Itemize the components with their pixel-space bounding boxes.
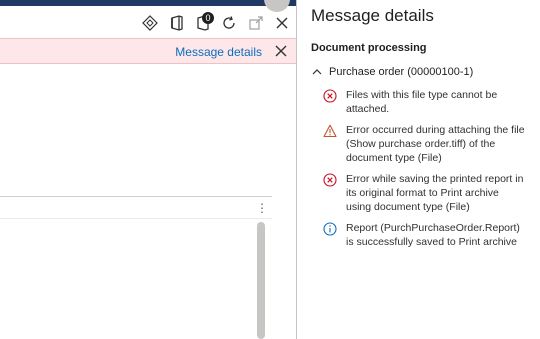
list-item: Report (PurchPurchaseOrder.Report) is su… xyxy=(323,221,537,249)
message-text: Files with this file type cannot be atta… xyxy=(346,89,498,115)
notifications-icon[interactable]: 0 xyxy=(194,12,214,32)
list-item: Files with this file type cannot be atta… xyxy=(323,88,537,116)
close-icon[interactable] xyxy=(273,14,291,32)
group-label: Purchase order (00000100-1) xyxy=(329,66,474,78)
warning-icon xyxy=(323,124,337,138)
error-icon xyxy=(323,89,337,103)
refresh-icon[interactable] xyxy=(220,14,238,32)
app-window: 0 Message details ⋮ Message details Docu… xyxy=(0,0,540,339)
message-text: Error while saving the printed report in… xyxy=(346,173,524,213)
pane-title: Message details xyxy=(311,6,434,25)
list-item: Error while saving the printed report in… xyxy=(323,172,537,214)
message-text: Error occurred during attaching the file… xyxy=(346,124,525,164)
more-options-icon[interactable]: ⋮ xyxy=(256,201,268,215)
message-bar: Message details xyxy=(0,38,296,64)
message-text: Report (PurchPurchaseOrder.Report) is su… xyxy=(346,222,520,248)
chevron-up-icon xyxy=(312,69,322,75)
message-details-link[interactable]: Message details xyxy=(175,45,262,59)
grid-scrollbar[interactable] xyxy=(257,222,265,339)
grid-header: ⋮ xyxy=(0,197,272,219)
message-bar-close-icon[interactable] xyxy=(274,44,288,58)
notification-count-badge: 0 xyxy=(202,12,214,24)
section-title: Document processing xyxy=(311,42,427,54)
info-icon xyxy=(323,222,337,236)
data-grid: ⋮ xyxy=(0,196,272,339)
diamond-icon[interactable] xyxy=(141,14,159,32)
main-content: 0 Message details ⋮ xyxy=(0,0,296,339)
action-toolbar: 0 xyxy=(0,6,296,38)
group-toggle[interactable]: Purchase order (00000100-1) xyxy=(311,64,536,80)
message-details-pane: Message details Document processing Purc… xyxy=(297,0,540,339)
error-icon xyxy=(323,173,337,187)
list-item: Error occurred during attaching the file… xyxy=(323,123,537,165)
open-in-new-icon[interactable] xyxy=(247,14,265,32)
office-icon[interactable] xyxy=(168,14,186,32)
message-list: Files with this file type cannot be atta… xyxy=(323,88,537,256)
message-group: Purchase order (00000100-1) xyxy=(311,64,536,80)
